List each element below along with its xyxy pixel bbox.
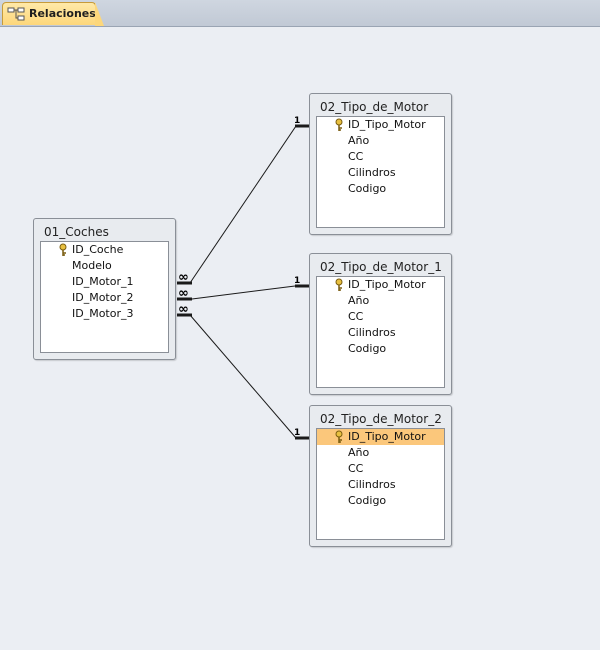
field-list[interactable]: ID_Tipo_Motor Año CC Cilindros Codigo (316, 276, 445, 388)
field-list[interactable]: ID_Coche Modelo ID_Motor_1 ID_Motor_2 ID… (40, 241, 169, 353)
field-label: ID_Tipo_Motor (348, 278, 426, 291)
field-label: ID_Tipo_Motor (348, 430, 426, 443)
field-label: ID_Motor_1 (72, 275, 134, 288)
field-id-motor-3[interactable]: ID_Motor_3 (41, 306, 168, 322)
field-codigo[interactable]: Codigo (317, 341, 444, 357)
table-title[interactable]: 02_Tipo_de_Motor_2 (320, 412, 442, 426)
field-label: ID_Tipo_Motor (348, 118, 426, 131)
field-label: Cilindros (348, 326, 396, 339)
field-list[interactable]: ID_Tipo_Motor Año CC Cilindros Codigo (316, 428, 445, 540)
field-label: Cilindros (348, 166, 396, 179)
primary-key-icon (335, 430, 343, 443)
field-list[interactable]: ID_Tipo_Motor Año CC Cilindros Codigo (316, 116, 445, 228)
field-ano[interactable]: Año (317, 133, 444, 149)
field-cc[interactable]: CC (317, 461, 444, 477)
relationships-icon (7, 7, 25, 21)
table-title[interactable]: 02_Tipo_de_Motor (320, 100, 428, 114)
field-cc[interactable]: CC (317, 149, 444, 165)
field-id-motor-2[interactable]: ID_Motor_2 (41, 290, 168, 306)
field-codigo[interactable]: Codigo (317, 181, 444, 197)
table-title[interactable]: 01_Coches (44, 225, 109, 239)
table-02-tipo-de-motor-2[interactable]: 02_Tipo_de_Motor_2 ID_Tipo_Motor Año CC … (309, 405, 452, 547)
document-tab-bar: Relaciones (0, 0, 600, 27)
field-codigo[interactable]: Codigo (317, 493, 444, 509)
table-02-tipo-de-motor[interactable]: 02_Tipo_de_Motor ID_Tipo_Motor Año CC Ci… (309, 93, 452, 235)
field-ano[interactable]: Año (317, 293, 444, 309)
field-cilindros[interactable]: Cilindros (317, 325, 444, 341)
field-modelo[interactable]: Modelo (41, 258, 168, 274)
field-id-tipo-motor-selected[interactable]: ID_Tipo_Motor (317, 429, 444, 445)
field-label: Codigo (348, 494, 387, 507)
field-id-motor-1[interactable]: ID_Motor_1 (41, 274, 168, 290)
field-label: Codigo (348, 342, 387, 355)
field-cilindros[interactable]: Cilindros (317, 477, 444, 493)
field-id-tipo-motor[interactable]: ID_Tipo_Motor (317, 117, 444, 133)
table-02-tipo-de-motor-1[interactable]: 02_Tipo_de_Motor_1 ID_Tipo_Motor Año CC … (309, 253, 452, 395)
field-ano[interactable]: Año (317, 445, 444, 461)
primary-key-icon (59, 243, 67, 256)
field-label: Cilindros (348, 478, 396, 491)
field-label: CC (348, 150, 364, 163)
field-label: Año (348, 446, 370, 459)
field-label: Modelo (72, 259, 112, 272)
table-title[interactable]: 02_Tipo_de_Motor_1 (320, 260, 442, 274)
field-id-tipo-motor[interactable]: ID_Tipo_Motor (317, 277, 444, 293)
primary-key-icon (335, 118, 343, 131)
field-label: CC (348, 462, 364, 475)
field-id-coche[interactable]: ID_Coche (41, 242, 168, 258)
field-label: ID_Motor_3 (72, 307, 134, 320)
field-label: ID_Motor_2 (72, 291, 134, 304)
field-label: Año (348, 294, 370, 307)
primary-key-icon (335, 278, 343, 291)
field-label: CC (348, 310, 364, 323)
field-label: Codigo (348, 182, 387, 195)
tab-label: Relaciones (29, 7, 96, 20)
table-01-coches[interactable]: 01_Coches ID_Coche Modelo ID_Motor_1 ID_… (33, 218, 176, 360)
tab-relaciones[interactable]: Relaciones (2, 2, 104, 26)
field-label: ID_Coche (72, 243, 124, 256)
field-label: Año (348, 134, 370, 147)
field-cc[interactable]: CC (317, 309, 444, 325)
field-cilindros[interactable]: Cilindros (317, 165, 444, 181)
